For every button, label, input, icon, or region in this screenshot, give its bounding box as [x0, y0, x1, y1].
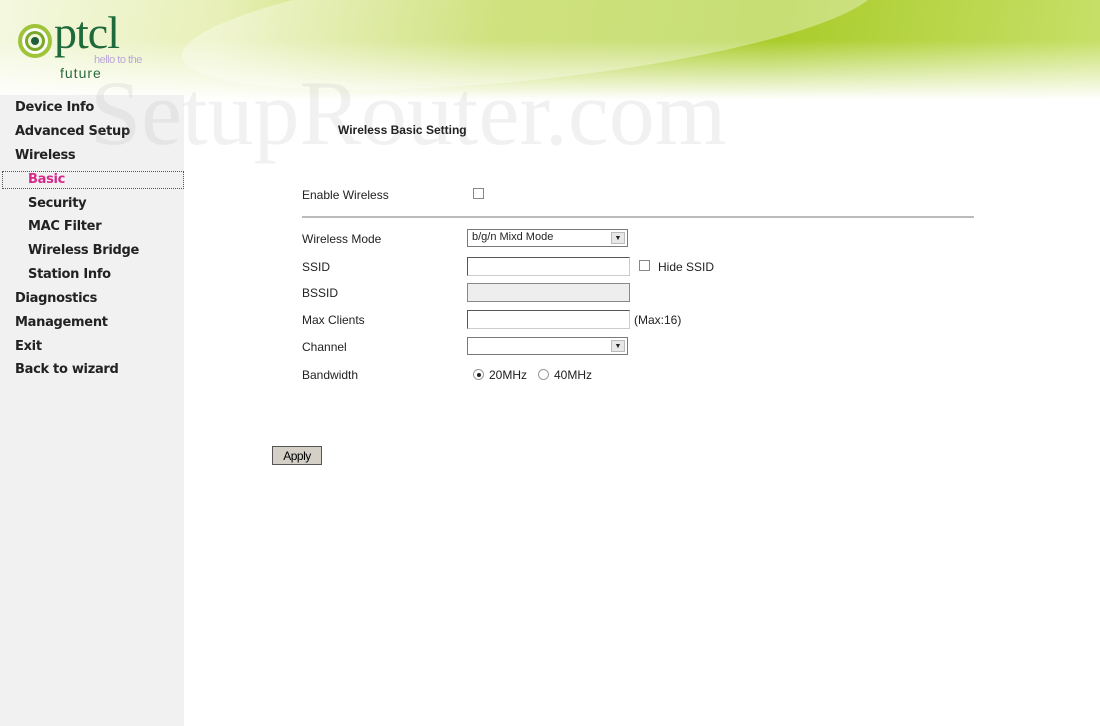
bandwidth-label: Bandwidth — [302, 368, 359, 382]
sidebar-item-diagnostics[interactable]: Diagnostics — [15, 291, 97, 306]
logo-dot-icon — [31, 37, 39, 45]
enable-wireless-label: Enable Wireless — [302, 188, 389, 202]
wireless-mode-value: b/g/n Mixd Mode — [472, 231, 554, 243]
sidebar-item-wireless-bridge[interactable]: Wireless Bridge — [28, 243, 139, 258]
sidebar-item-security[interactable]: Security — [28, 196, 87, 211]
bandwidth-20mhz-radio[interactable] — [473, 369, 484, 380]
channel-label: Channel — [302, 340, 347, 354]
page-title: Wireless Basic Setting — [338, 123, 467, 137]
sidebar-item-back-to-wizard[interactable]: Back to wizard — [15, 362, 119, 377]
ptcl-logo: ptcl hello to the future — [16, 8, 156, 84]
max-clients-hint: (Max:16) — [634, 313, 682, 327]
sidebar-item-device-info[interactable]: Device Info — [15, 100, 94, 115]
sidebar-item-mac-filter[interactable]: MAC Filter — [28, 219, 102, 234]
sidebar-item-wireless[interactable]: Wireless — [15, 148, 76, 163]
sidebar-item-station-info[interactable]: Station Info — [28, 267, 111, 282]
logo-tagline-future: future — [60, 65, 102, 81]
header-banner: ptcl hello to the future — [0, 0, 1100, 117]
wireless-mode-select[interactable]: b/g/n Mixd Mode ▼ — [467, 229, 628, 247]
logo-wordmark: ptcl — [54, 7, 120, 58]
chevron-down-icon: ▼ — [611, 232, 625, 244]
channel-select[interactable]: ▼ — [467, 337, 628, 355]
sidebar-item-basic[interactable]: Basic — [28, 172, 65, 187]
chevron-down-icon: ▼ — [611, 340, 625, 352]
sidebar-item-advanced-setup[interactable]: Advanced Setup — [15, 124, 130, 139]
hide-ssid-label: Hide SSID — [658, 260, 715, 274]
wireless-mode-label: Wireless Mode — [302, 232, 382, 246]
ssid-label: SSID — [302, 260, 331, 274]
hide-ssid-checkbox[interactable] — [639, 260, 650, 271]
max-clients-label: Max Clients — [302, 313, 365, 327]
ssid-input[interactable] — [467, 257, 630, 276]
apply-button[interactable]: Apply — [272, 446, 322, 465]
bandwidth-40mhz-label: 40MHz — [554, 368, 593, 382]
max-clients-input[interactable] — [467, 310, 630, 329]
bandwidth-40mhz-radio[interactable] — [538, 369, 549, 380]
bssid-label: BSSID — [302, 286, 339, 300]
enable-wireless-checkbox[interactable] — [473, 188, 484, 199]
bandwidth-20mhz-label: 20MHz — [489, 368, 528, 382]
divider — [302, 216, 974, 218]
bssid-input — [467, 283, 630, 302]
sidebar — [0, 95, 184, 726]
sidebar-item-exit[interactable]: Exit — [15, 339, 42, 354]
header-swoosh — [175, 0, 885, 117]
sidebar-item-management[interactable]: Management — [15, 315, 108, 330]
